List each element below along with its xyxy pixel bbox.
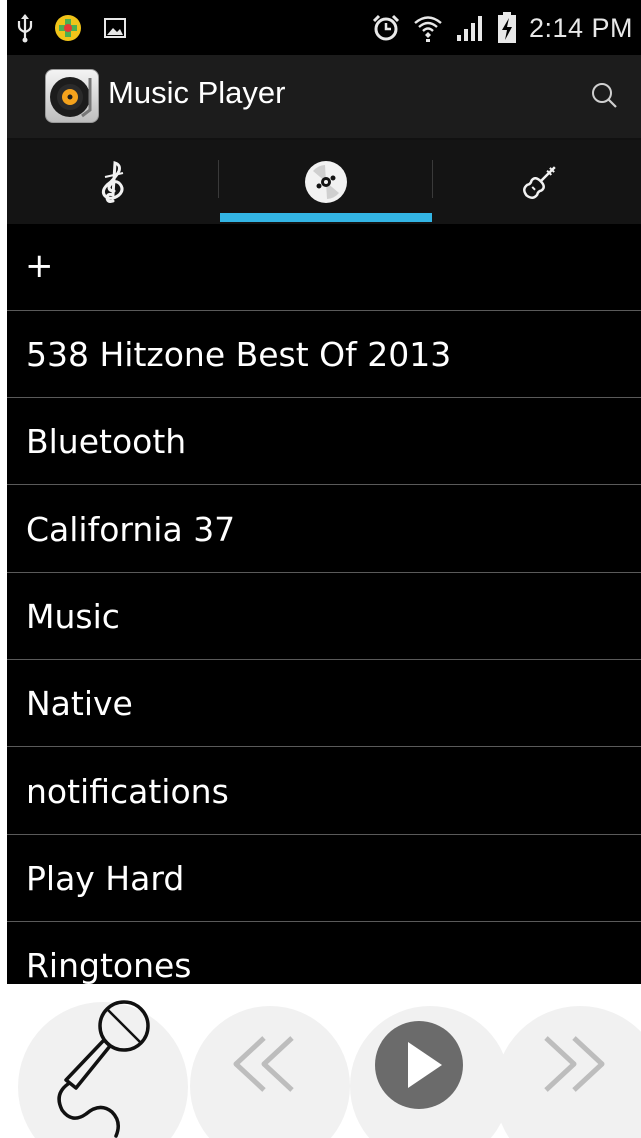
tab-genres[interactable] bbox=[434, 140, 641, 224]
list-item-label: California 37 bbox=[26, 510, 236, 549]
list-item-label: 538 Hitzone Best Of 2013 bbox=[26, 335, 452, 374]
list-item-label: Play Hard bbox=[26, 859, 185, 898]
add-playlist-button[interactable]: + bbox=[7, 224, 641, 311]
app-notification-icon bbox=[53, 13, 83, 43]
tab-divider bbox=[432, 160, 433, 198]
list-item-label: Native bbox=[26, 684, 133, 723]
usb-icon bbox=[17, 13, 33, 43]
microphone-button[interactable] bbox=[40, 988, 164, 1138]
add-playlist-label: + bbox=[25, 246, 54, 286]
tab-divider bbox=[218, 160, 219, 198]
status-bar: 2:14 PM bbox=[7, 0, 641, 55]
music-player-app-icon bbox=[45, 69, 99, 123]
tab-playlists[interactable] bbox=[220, 140, 431, 224]
search-button[interactable] bbox=[585, 77, 625, 117]
next-button[interactable] bbox=[538, 1028, 610, 1100]
app-frame: 2:14 PM Music Player + 538 Hitzone Best … bbox=[7, 0, 641, 1138]
previous-icon bbox=[233, 1036, 294, 1092]
list-item[interactable]: Play Hard bbox=[7, 835, 641, 922]
tab-songs[interactable] bbox=[7, 140, 218, 224]
list-item[interactable]: Bluetooth bbox=[7, 398, 641, 485]
battery-charging-icon bbox=[497, 12, 517, 44]
list-item-label: notifications bbox=[26, 772, 229, 811]
play-button[interactable] bbox=[374, 1020, 464, 1110]
list-item[interactable]: Music bbox=[7, 573, 641, 660]
status-time: 2:14 PM bbox=[528, 12, 633, 43]
tab-bar bbox=[7, 140, 641, 224]
selected-tab-indicator bbox=[220, 213, 432, 222]
search-icon bbox=[592, 83, 617, 108]
playlist-list: + 538 Hitzone Best Of 2013 Bluetooth Cal… bbox=[7, 224, 641, 984]
disc-icon bbox=[303, 159, 349, 205]
signal-icon bbox=[455, 13, 485, 43]
action-bar: Music Player bbox=[7, 55, 641, 140]
list-item[interactable]: 538 Hitzone Best Of 2013 bbox=[7, 311, 641, 398]
previous-button[interactable] bbox=[228, 1028, 300, 1100]
microphone-icon bbox=[57, 1000, 150, 1138]
list-item-label: Bluetooth bbox=[26, 422, 187, 461]
list-item[interactable]: Ringtones bbox=[7, 922, 641, 984]
alarm-icon bbox=[371, 13, 401, 43]
app-title: Music Player bbox=[108, 75, 286, 110]
list-item[interactable]: notifications bbox=[7, 748, 641, 835]
list-item-label: Music bbox=[26, 597, 120, 636]
list-item[interactable]: California 37 bbox=[7, 486, 641, 573]
violin-icon bbox=[517, 159, 563, 205]
play-icon bbox=[375, 1021, 463, 1109]
list-item[interactable]: Native bbox=[7, 660, 641, 747]
treble-clef-icon bbox=[95, 159, 131, 205]
player-controls bbox=[0, 984, 641, 1138]
picture-icon bbox=[103, 16, 127, 40]
next-icon bbox=[544, 1036, 605, 1092]
list-item-label: Ringtones bbox=[26, 946, 192, 984]
wifi-icon bbox=[413, 13, 443, 43]
